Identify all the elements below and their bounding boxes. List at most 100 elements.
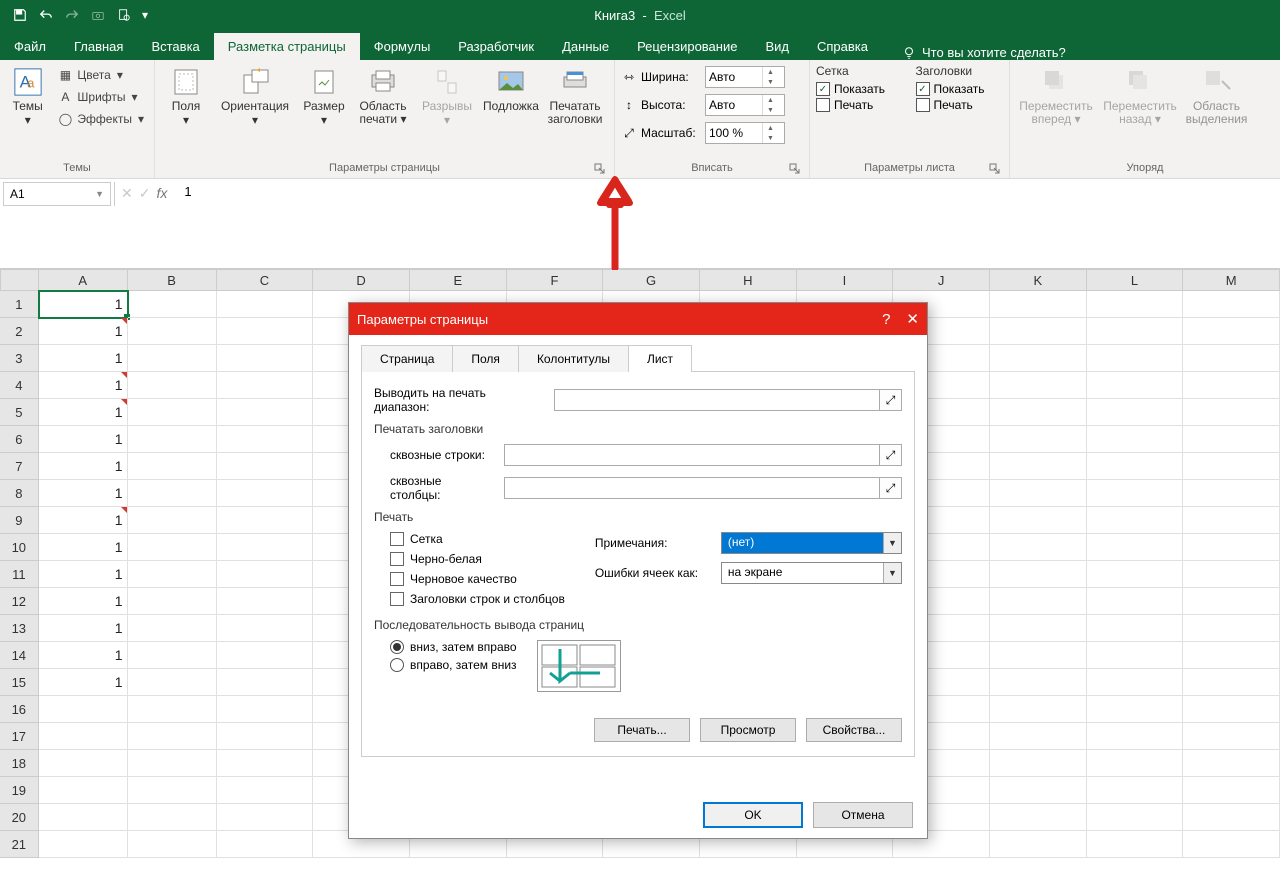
cell[interactable]	[1087, 291, 1184, 318]
cell[interactable]	[1183, 615, 1280, 642]
cell[interactable]: 1	[39, 669, 128, 696]
cell[interactable]	[1087, 588, 1184, 615]
cell[interactable]	[128, 723, 217, 750]
cell[interactable]	[128, 453, 217, 480]
cols-repeat-input[interactable]	[504, 477, 880, 499]
bw-checkbox[interactable]: Черно-белая	[390, 552, 565, 566]
bring-forward-button[interactable]: Переместить вперед ▾	[1016, 64, 1096, 128]
cell[interactable]	[1183, 804, 1280, 831]
row-header[interactable]: 15	[0, 669, 39, 696]
cell[interactable]	[217, 615, 314, 642]
cell[interactable]	[1087, 453, 1184, 480]
row-header[interactable]: 4	[0, 372, 39, 399]
row-header[interactable]: 6	[0, 426, 39, 453]
cell[interactable]	[1183, 318, 1280, 345]
cell[interactable]	[128, 831, 217, 858]
row-header[interactable]: 18	[0, 750, 39, 777]
cell[interactable]	[128, 399, 217, 426]
sheet-launcher-icon[interactable]	[989, 163, 1001, 175]
effects-button[interactable]: ◯Эффекты▾	[53, 108, 148, 130]
tab-Разработчик[interactable]: Разработчик	[444, 33, 548, 60]
cell[interactable]	[1087, 345, 1184, 372]
cell[interactable]	[990, 750, 1087, 777]
cell[interactable]	[1183, 345, 1280, 372]
headings-checkbox[interactable]: Заголовки строк и столбцов	[390, 592, 565, 606]
cell[interactable]	[990, 777, 1087, 804]
headings-view-checkbox[interactable]: ✓Показать	[916, 82, 1004, 96]
cell[interactable]	[1087, 561, 1184, 588]
cell[interactable]	[217, 318, 314, 345]
row-header[interactable]: 8	[0, 480, 39, 507]
cell[interactable]	[1183, 426, 1280, 453]
row-header[interactable]: 10	[0, 534, 39, 561]
height-spinner[interactable]: ▲▼	[705, 94, 785, 116]
cell[interactable]	[128, 804, 217, 831]
cell[interactable]	[1087, 777, 1184, 804]
cell[interactable]	[990, 291, 1087, 318]
row-header[interactable]: 20	[0, 804, 39, 831]
name-box[interactable]: A1▼	[3, 182, 111, 206]
cell[interactable]	[39, 831, 128, 858]
cell[interactable]	[1087, 804, 1184, 831]
gridlines-checkbox[interactable]: Сетка	[390, 532, 565, 546]
cell[interactable]	[39, 696, 128, 723]
gridlines-print-checkbox[interactable]: Печать	[816, 98, 904, 112]
cell[interactable]: 1	[39, 318, 128, 345]
row-header[interactable]: 3	[0, 345, 39, 372]
cell[interactable]	[217, 777, 314, 804]
cell[interactable]	[990, 804, 1087, 831]
select-all-corner[interactable]	[0, 269, 39, 291]
tab-Вставка[interactable]: Вставка	[137, 33, 213, 60]
column-header[interactable]: M	[1183, 269, 1280, 291]
column-header[interactable]: F	[507, 269, 604, 291]
cell[interactable]	[217, 453, 314, 480]
colors-button[interactable]: ▦Цвета▾	[53, 64, 148, 86]
cell[interactable]	[990, 615, 1087, 642]
cell[interactable]	[990, 426, 1087, 453]
cell[interactable]	[217, 642, 314, 669]
row-header[interactable]: 7	[0, 453, 39, 480]
cell[interactable]: 1	[39, 588, 128, 615]
cell[interactable]	[1183, 399, 1280, 426]
cell[interactable]	[217, 372, 314, 399]
cell[interactable]	[1087, 615, 1184, 642]
range-picker-icon[interactable]: ⤢	[880, 477, 902, 499]
cell[interactable]	[217, 750, 314, 777]
tab-Файл[interactable]: Файл	[0, 33, 60, 60]
cell[interactable]: 1	[39, 426, 128, 453]
orientation-button[interactable]: Ориентация▾	[215, 64, 295, 129]
cell[interactable]	[217, 507, 314, 534]
send-backward-button[interactable]: Переместить назад ▾	[1100, 64, 1180, 128]
cell[interactable]	[1087, 426, 1184, 453]
tab-Разметка страницы[interactable]: Разметка страницы	[214, 33, 360, 60]
cell[interactable]	[1087, 372, 1184, 399]
cell[interactable]	[1087, 669, 1184, 696]
cell[interactable]	[39, 750, 128, 777]
comments-select[interactable]: (нет)▼	[721, 532, 902, 554]
cell[interactable]	[128, 480, 217, 507]
order-down-radio[interactable]: вниз, затем вправо	[390, 640, 517, 654]
cell[interactable]	[1087, 831, 1184, 858]
cell[interactable]	[1183, 696, 1280, 723]
cell[interactable]	[217, 804, 314, 831]
row-header[interactable]: 21	[0, 831, 39, 858]
dialog-print-button[interactable]: Печать...	[594, 718, 690, 742]
dialog-help-button[interactable]: ?	[882, 311, 890, 328]
cell[interactable]	[128, 750, 217, 777]
cell[interactable]: 1	[39, 453, 128, 480]
cell[interactable]	[990, 453, 1087, 480]
cell[interactable]	[217, 669, 314, 696]
scale-launcher-icon[interactable]	[789, 163, 801, 175]
cell[interactable]	[1087, 723, 1184, 750]
cell[interactable]	[1183, 534, 1280, 561]
cell[interactable]	[217, 345, 314, 372]
cell[interactable]	[990, 696, 1087, 723]
cell[interactable]: 1	[39, 480, 128, 507]
tab-Справка[interactable]: Справка	[803, 33, 882, 60]
draft-checkbox[interactable]: Черновое качество	[390, 572, 565, 586]
cell[interactable]	[990, 372, 1087, 399]
cell[interactable]	[128, 318, 217, 345]
cell[interactable]	[1183, 453, 1280, 480]
tab-Данные[interactable]: Данные	[548, 33, 623, 60]
cell[interactable]	[1183, 372, 1280, 399]
